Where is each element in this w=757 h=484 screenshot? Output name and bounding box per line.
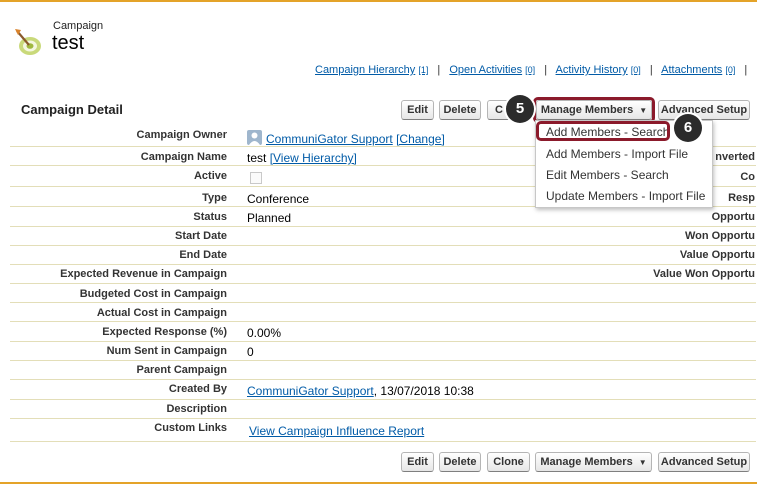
custom-links-value: View Campaign Influence Report [249, 424, 424, 438]
link-campaign-hierarchy[interactable]: Campaign Hierarchy [315, 64, 415, 76]
field-label-status: Status [193, 211, 227, 223]
row-divider [10, 341, 756, 342]
count-open-activities: [0] [525, 65, 536, 75]
top-accent-rule [0, 0, 757, 2]
advanced-setup-button[interactable]: Advanced Setup [658, 100, 750, 120]
link-attachments[interactable]: Attachments [661, 64, 722, 76]
object-type-label: Campaign [53, 20, 104, 32]
row-divider [10, 441, 756, 442]
field-label-parent-campaign: Parent Campaign [136, 364, 227, 376]
field-label-description: Description [166, 403, 227, 415]
view-hierarchy-link[interactable]: [View Hierarchy] [270, 151, 357, 165]
menu-item-add-members-import[interactable]: Add Members - Import File [546, 147, 688, 161]
link-activity-history[interactable]: Activity History [556, 64, 628, 76]
campaign-owner-value: CommuniGator Support [Change] [266, 132, 445, 146]
chevron-down-icon: ▼ [638, 458, 647, 467]
campaign-owner-link[interactable]: CommuniGator Support [266, 132, 393, 146]
created-by-user-link[interactable]: CommuniGator Support [247, 384, 374, 398]
status-value: Planned [247, 211, 292, 225]
field-label-active: Active [193, 170, 227, 182]
related-list-links: Campaign Hierarchy [1] | Open Activities… [315, 64, 753, 76]
active-checkbox [250, 172, 262, 184]
field-label-actual-cost: Actual Cost in Campaign [96, 307, 227, 319]
campaign-target-icon [14, 27, 44, 57]
step-marker-5: 5 [506, 95, 534, 123]
expected-response-value: 0.00% [247, 326, 282, 340]
field-label-custom-links: Custom Links [154, 422, 227, 434]
campaign-name-value: test [View Hierarchy] [247, 151, 357, 165]
field-label-end-date: End Date [179, 249, 227, 261]
row-divider [10, 360, 756, 361]
right-label-won-opportunities: Won Opportu [684, 230, 755, 242]
field-label-campaign-owner: Campaign Owner [136, 129, 227, 141]
type-value: Conference [247, 192, 310, 206]
count-attachments: [0] [725, 65, 736, 75]
right-label-contacts: Co [740, 171, 755, 183]
row-divider [10, 226, 756, 227]
campaign-name-text: test [247, 151, 267, 165]
count-campaign-hierarchy: [1] [418, 65, 429, 75]
field-label-created-by: Created By [168, 383, 227, 395]
edit-button[interactable]: Edit [401, 100, 434, 120]
created-date: , 13/07/2018 10:38 [373, 384, 474, 398]
separator: | [744, 64, 748, 76]
field-label-num-sent: Num Sent in Campaign [106, 345, 227, 357]
change-owner-link[interactable]: [Change] [396, 132, 445, 146]
separator: | [437, 64, 441, 76]
advanced-setup-button-bottom[interactable]: Advanced Setup [658, 452, 750, 472]
edit-button-bottom[interactable]: Edit [401, 452, 434, 472]
right-label-value-won-opportunities: Value Won Opportu [653, 268, 755, 280]
row-divider [10, 321, 756, 322]
row-divider [10, 283, 756, 284]
view-campaign-influence-report-link[interactable]: View Campaign Influence Report [249, 424, 424, 438]
separator: | [649, 64, 653, 76]
field-label-expected-response: Expected Response (%) [102, 326, 227, 338]
clone-button-bottom[interactable]: Clone [487, 452, 530, 472]
field-label-campaign-name: Campaign Name [140, 151, 227, 163]
page-title: test [52, 32, 85, 54]
right-label-opportunities: Opportu [711, 211, 755, 223]
num-sent-value: 0 [247, 345, 254, 359]
user-avatar-icon [247, 130, 262, 145]
menu-item-update-members-import[interactable]: Update Members - Import File [546, 189, 705, 203]
row-divider [10, 379, 756, 380]
section-title: Campaign Detail [21, 102, 123, 117]
field-label-start-date: Start Date [175, 230, 227, 242]
row-divider [10, 399, 756, 400]
row-divider [10, 245, 756, 246]
field-label-budgeted-cost: Budgeted Cost in Campaign [79, 288, 227, 300]
right-label-value-opportunities: Value Opportu [679, 249, 755, 261]
right-label-responses: Resp [728, 192, 755, 204]
add-members-search-highlight [536, 121, 670, 141]
created-by-value: CommuniGator Support, 13/07/2018 10:38 [247, 384, 474, 398]
row-divider [10, 418, 756, 419]
step-marker-6: 6 [674, 114, 702, 142]
menu-item-edit-members-search[interactable]: Edit Members - Search [546, 168, 669, 182]
row-divider [10, 264, 756, 265]
row-divider [10, 302, 756, 303]
field-label-expected-revenue: Expected Revenue in Campaign [60, 268, 227, 280]
manage-members-label: Manage Members [540, 456, 633, 468]
delete-button-bottom[interactable]: Delete [439, 452, 481, 472]
right-label-converted: nverted [715, 151, 755, 163]
count-activity-history: [0] [630, 65, 641, 75]
manage-members-button-bottom[interactable]: Manage Members ▼ [535, 452, 652, 472]
field-label-type: Type [202, 192, 227, 204]
link-open-activities[interactable]: Open Activities [449, 64, 522, 76]
delete-button[interactable]: Delete [439, 100, 481, 120]
separator: | [544, 64, 548, 76]
